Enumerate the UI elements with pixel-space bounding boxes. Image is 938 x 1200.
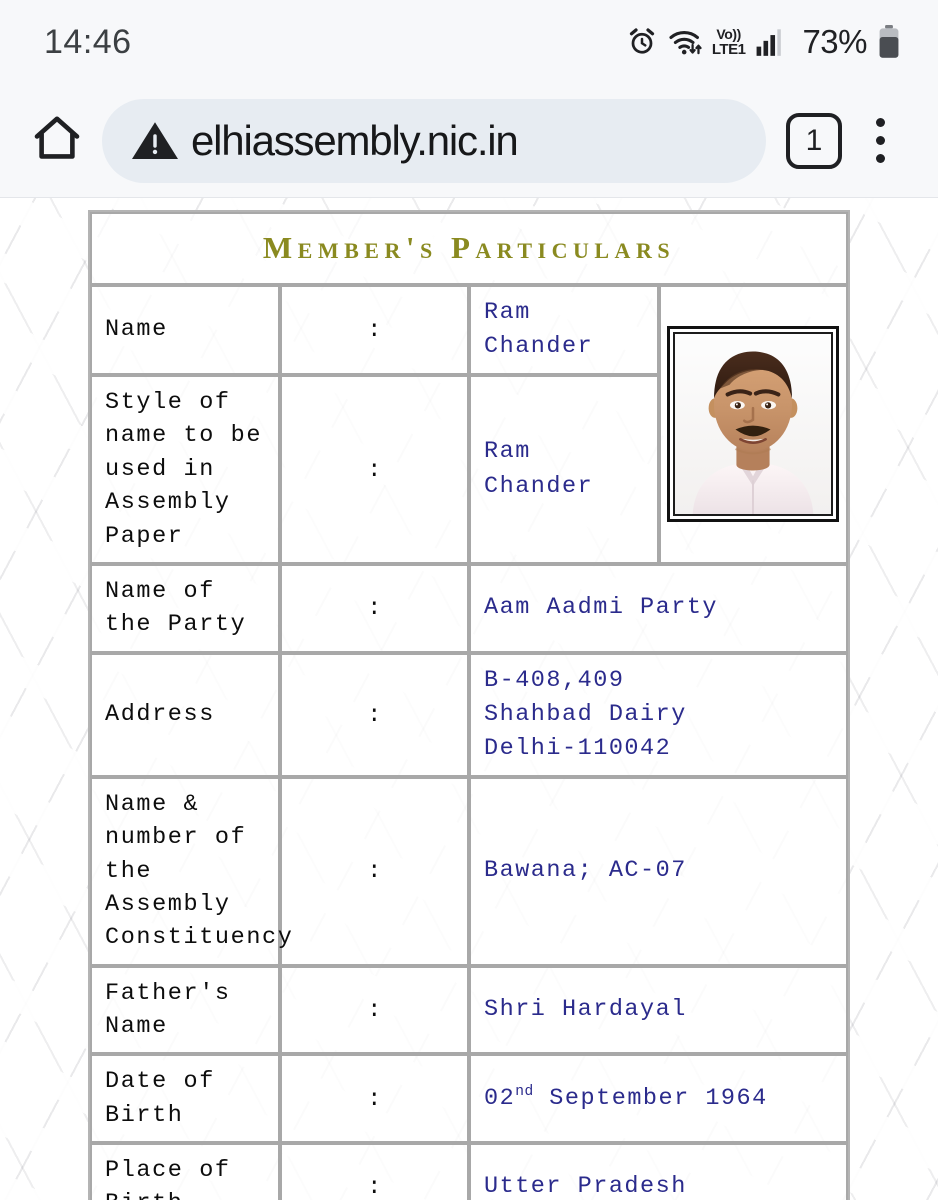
volte-label-bottom: LTE1 [711,41,746,58]
row-colon-fathers-name: : [279,965,469,1055]
row-label-place-of-birth: Place of Birth [90,1143,280,1200]
address-bar[interactable]: elhiassembly.nic.in [102,98,766,183]
row-colon-name: : [279,285,469,376]
row-colon-style-of-name: : [279,375,469,564]
browser-menu-button[interactable] [852,110,908,172]
url-text: elhiassembly.nic.in [191,116,518,164]
members-particulars-table: Member's Particulars Name : Ram Chander [88,210,850,1200]
status-clock: 14:46 [44,22,132,61]
row-label-fathers-name: Father's Name [90,965,280,1055]
volte-label-top: Vo)) [716,26,741,42]
table-row-date-of-birth: Date of Birth : 02nd September 1964 [90,1054,848,1144]
row-value-place-of-birth: Utter Pradesh [469,1143,848,1200]
page-title: Member's Particulars [262,230,676,265]
alarm-icon [627,27,657,57]
row-colon-party: : [279,563,469,653]
home-button[interactable] [26,110,88,172]
android-status-bar: 14:46 Vo)) LTE1 73% [0,0,938,84]
volte-icon: Vo)) LTE1 [712,27,746,57]
row-label-date-of-birth: Date of Birth [90,1054,280,1144]
row-value-constituency: Bawana; AC-07 [469,776,848,966]
row-value-party: Aam Aadmi Party [469,563,848,653]
row-colon-constituency: : [279,776,469,966]
table-row-address: Address : B-408,409 Shahbad Dairy Delhi-… [90,652,848,777]
photo-inner-border [673,332,834,517]
row-value-name: Ram Chander [469,285,659,376]
member-photo-cell [658,285,848,564]
wifi-icon [668,27,704,57]
table-row-place-of-birth: Place of Birth : Utter Pradesh [90,1143,848,1200]
home-icon [32,113,82,168]
dob-ordinal-suffix: nd [515,1083,534,1100]
menu-dot-2 [875,136,885,145]
battery-percentage-label: 73% [802,23,867,60]
row-value-style-of-name: Ram Chander [469,375,659,564]
table-row-name: Name : Ram Chander [90,285,848,564]
row-colon-date-of-birth: : [279,1054,469,1144]
webpage-content: Member's Particulars Name : Ram Chander [0,198,938,1200]
row-value-date-of-birth: 02nd September 1964 [469,1054,848,1144]
row-value-address: B-408,409 Shahbad Dairy Delhi-110042 [469,652,848,777]
status-icon-tray: Vo)) LTE1 73% [627,23,900,61]
row-label-name: Name [90,285,280,376]
dob-day: 02 [484,1084,516,1112]
avatar [675,334,832,515]
menu-dot-1 [875,118,885,127]
photo-frame [667,326,840,523]
not-secure-warning-icon[interactable] [130,118,180,164]
battery-icon [878,25,900,59]
row-label-constituency: Name & number of the Assembly Constituen… [90,776,292,966]
dob-month-year: September 1964 [533,1084,768,1112]
table-row-fathers-name: Father's Name : Shri Hardayal [90,965,848,1055]
row-colon-address: : [279,652,469,777]
table-header-row: Member's Particulars [90,212,848,285]
row-label-address: Address [90,652,280,777]
row-label-party: Name of the Party [90,563,280,653]
tab-switcher-button[interactable]: 1 [786,112,842,169]
table-row-constituency: Name & number of the Assembly Constituen… [90,776,848,966]
table-row-party: Name of the Party : Aam Aadmi Party [90,563,848,653]
signal-bars-icon [756,28,786,56]
row-label-style-of-name: Style of name to be used in Assembly Pap… [90,375,280,564]
row-colon-place-of-birth: : [279,1143,469,1200]
page-title-cell: Member's Particulars [90,212,848,285]
menu-dot-3 [875,154,885,163]
row-value-fathers-name: Shri Hardayal [469,965,848,1055]
browser-toolbar: elhiassembly.nic.in 1 [0,84,938,198]
tab-count-label: 1 [805,123,823,157]
